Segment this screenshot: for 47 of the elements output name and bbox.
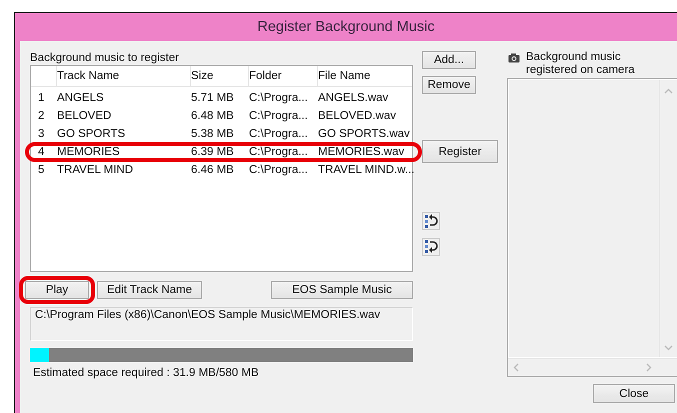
scroll-right-icon[interactable]	[646, 363, 652, 372]
scroll-down-icon[interactable]	[664, 345, 673, 351]
table-cell-text: MEMORIES	[57, 146, 121, 158]
table-cell-text: 5.71 MB	[191, 92, 235, 104]
row-number: 3	[37, 128, 46, 140]
table-cell-text: C:\Progra...	[249, 92, 309, 104]
table-cell-text: C:\Progra...	[249, 164, 309, 176]
scroll-left-icon[interactable]	[513, 363, 519, 372]
remove-button[interactable]: Remove	[422, 76, 476, 94]
row-number: 5	[37, 164, 46, 176]
edit-track-name-button[interactable]: Edit Track Name	[97, 281, 202, 299]
play-button[interactable]: Play	[25, 281, 89, 299]
column-header[interactable]: File Name	[317, 66, 409, 86]
table-cell-text: GO SPORTS	[57, 128, 126, 140]
table-cell-text: 6.46 MB	[191, 164, 235, 176]
column-header[interactable]: Size	[190, 66, 248, 86]
sample-music-button[interactable]: EOS Sample Music	[271, 281, 413, 299]
table-cell-text: C:\Progra...	[249, 146, 309, 158]
camera-icon	[508, 53, 520, 63]
row-number: 2	[37, 110, 46, 122]
add-button[interactable]: Add...	[422, 51, 476, 69]
table-cell-text: BELOVED.wav	[318, 110, 397, 122]
table-cell-text: 5.38 MB	[191, 128, 235, 140]
table-cell: GO SPORTS.wav	[318, 128, 410, 140]
scroll-up-icon[interactable]	[664, 88, 673, 94]
table-cell-text: ANGELS	[57, 92, 105, 104]
move-up-button[interactable]	[422, 212, 440, 230]
window-title: Register Background Music	[257, 19, 435, 35]
column-header[interactable]: Track Name	[56, 66, 190, 86]
register-button[interactable]: Register	[422, 140, 498, 163]
column-header[interactable]: Folder	[248, 66, 317, 86]
row-number: 4	[37, 146, 46, 158]
row-number: 1	[37, 92, 46, 104]
table-cell-text: C:\Progra...	[249, 110, 309, 122]
move-down-button[interactable]	[422, 238, 440, 256]
list-label: Background music to register	[30, 51, 180, 66]
table-cell-text: MEMORIES.wav	[318, 146, 406, 158]
table-cell-text: ANGELS.wav	[318, 92, 390, 104]
table-cell-text: 6.48 MB	[191, 110, 235, 122]
table-cell-text: BELOVED	[57, 110, 112, 122]
table-cell-text: C:\Progra...	[249, 128, 309, 140]
space-estimate-text: Estimated space required : 31.9 MB/580 MB	[32, 367, 260, 379]
table-cell-text: 6.39 MB	[191, 146, 235, 158]
file-path-box: C:\Program Files (x86)\Canon\EOS Sample Music\MEMORIES.wav	[30, 307, 413, 341]
table-cell-text: TRAVEL MIND	[57, 164, 134, 176]
camera-list-label: Background music registered on camera	[526, 51, 636, 77]
close-button[interactable]: Close	[593, 384, 675, 403]
